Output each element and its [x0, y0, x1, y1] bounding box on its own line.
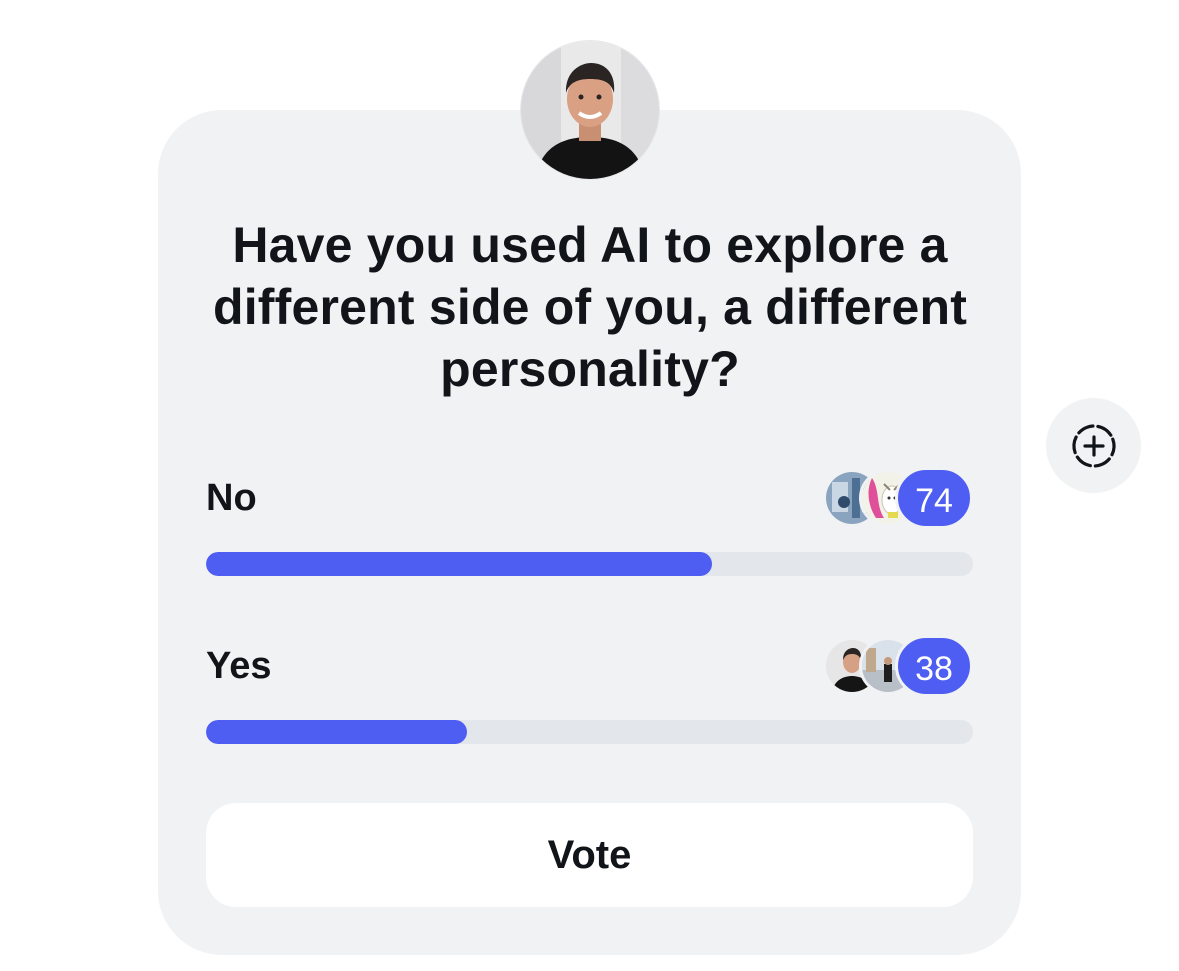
option-label: No — [206, 477, 257, 519]
author-avatar[interactable] — [521, 41, 659, 179]
vote-count-badge: 74 — [895, 467, 973, 529]
add-reaction-button[interactable] — [1046, 398, 1141, 493]
voter-stack[interactable]: 74 — [823, 467, 973, 529]
result-bar-fill — [206, 552, 713, 576]
dashed-plus-circle-icon — [1071, 423, 1116, 468]
result-bar — [206, 552, 973, 576]
result-bar-fill — [206, 720, 467, 744]
person-avatar-icon — [521, 41, 659, 179]
option-label: Yes — [206, 645, 272, 687]
vote-count-badge: 38 — [895, 635, 973, 697]
voter-stack[interactable]: 38 — [823, 635, 973, 697]
poll-question: Have you used AI to explore a different … — [212, 217, 968, 397]
vote-button[interactable]: Vote — [206, 803, 973, 907]
result-bar — [206, 720, 973, 744]
